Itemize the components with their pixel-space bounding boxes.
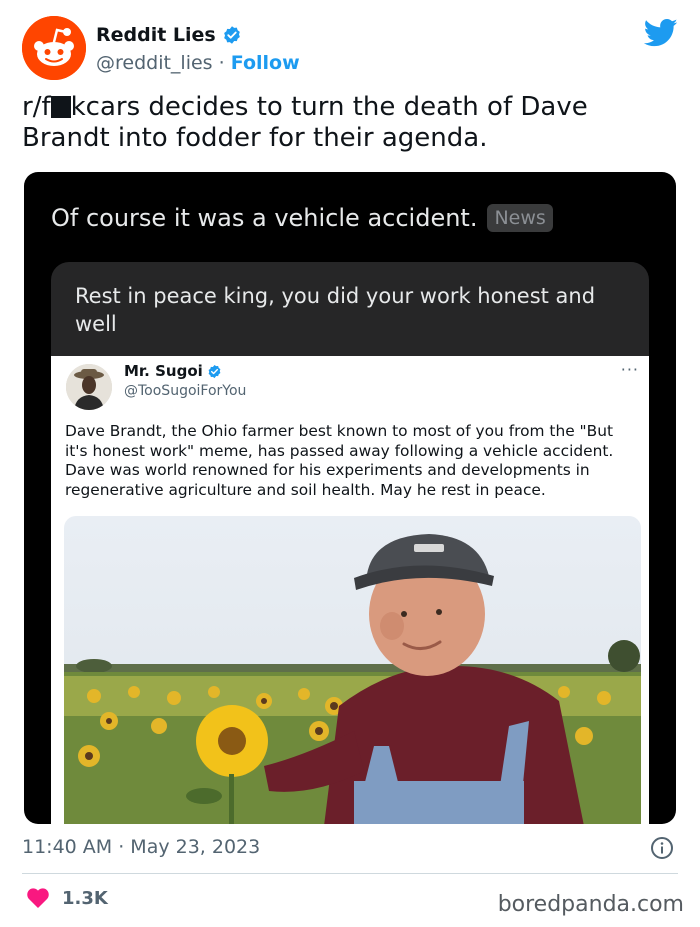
info-icon[interactable] (650, 836, 674, 860)
inner-handle: @TooSugoiForYou (124, 383, 247, 399)
twitter-bird-icon[interactable] (644, 18, 678, 48)
verified-badge-icon (223, 26, 240, 44)
separator: · (218, 52, 225, 74)
reddit-alien-logo (22, 16, 86, 80)
news-badge: News (487, 204, 553, 232)
name-row: Reddit Lies (96, 24, 242, 46)
tweet-header: Reddit Lies @reddit_lies · Follow (22, 16, 682, 84)
censor-block (50, 96, 71, 118)
inner-avatar (66, 364, 112, 410)
like-count: 1.3K (62, 887, 108, 909)
more-icon: ··· (620, 360, 639, 379)
watermark: boredpanda.com (497, 892, 684, 917)
inner-avatar-image (66, 364, 112, 410)
inner-name-row: Mr. Sugoi (124, 362, 222, 380)
timestamp[interactable]: 11:40 AM · May 23, 2023 (22, 836, 260, 858)
tweet-text-rest: kcars decides to turn the death of Dave … (22, 92, 588, 153)
embedded-headline-row: Of course it was a vehicle accident. New… (51, 204, 553, 232)
tweet-text-start: r/f (22, 92, 51, 122)
tweet-text: r/f kcars decides to turn the death of Da… (22, 92, 672, 154)
embedded-headline: Of course it was a vehicle accident. (51, 204, 478, 232)
avatar[interactable] (22, 16, 86, 80)
farmer-sunflower-image (64, 516, 641, 824)
divider (22, 873, 678, 874)
follow-button[interactable]: Follow (231, 52, 300, 74)
embedded-image[interactable]: Of course it was a vehicle accident. New… (24, 172, 676, 824)
like-action[interactable]: 1.3K (26, 887, 108, 909)
inner-tweet: Mr. Sugoi @TooSugoiForYou ··· Dave Brand… (51, 356, 649, 824)
farmer-photo (64, 516, 641, 824)
handle-row: @reddit_lies · Follow (96, 52, 300, 74)
heart-icon[interactable] (26, 887, 50, 909)
display-name[interactable]: Reddit Lies (96, 24, 216, 46)
inner-tweet-text: Dave Brandt, the Ohio farmer best known … (65, 422, 614, 499)
comment-text: Rest in peace king, you did your work ho… (75, 284, 596, 336)
inner-display-name: Mr. Sugoi (124, 362, 203, 380)
inner-verified-badge-icon (208, 364, 221, 378)
handle[interactable]: @reddit_lies (96, 52, 213, 74)
